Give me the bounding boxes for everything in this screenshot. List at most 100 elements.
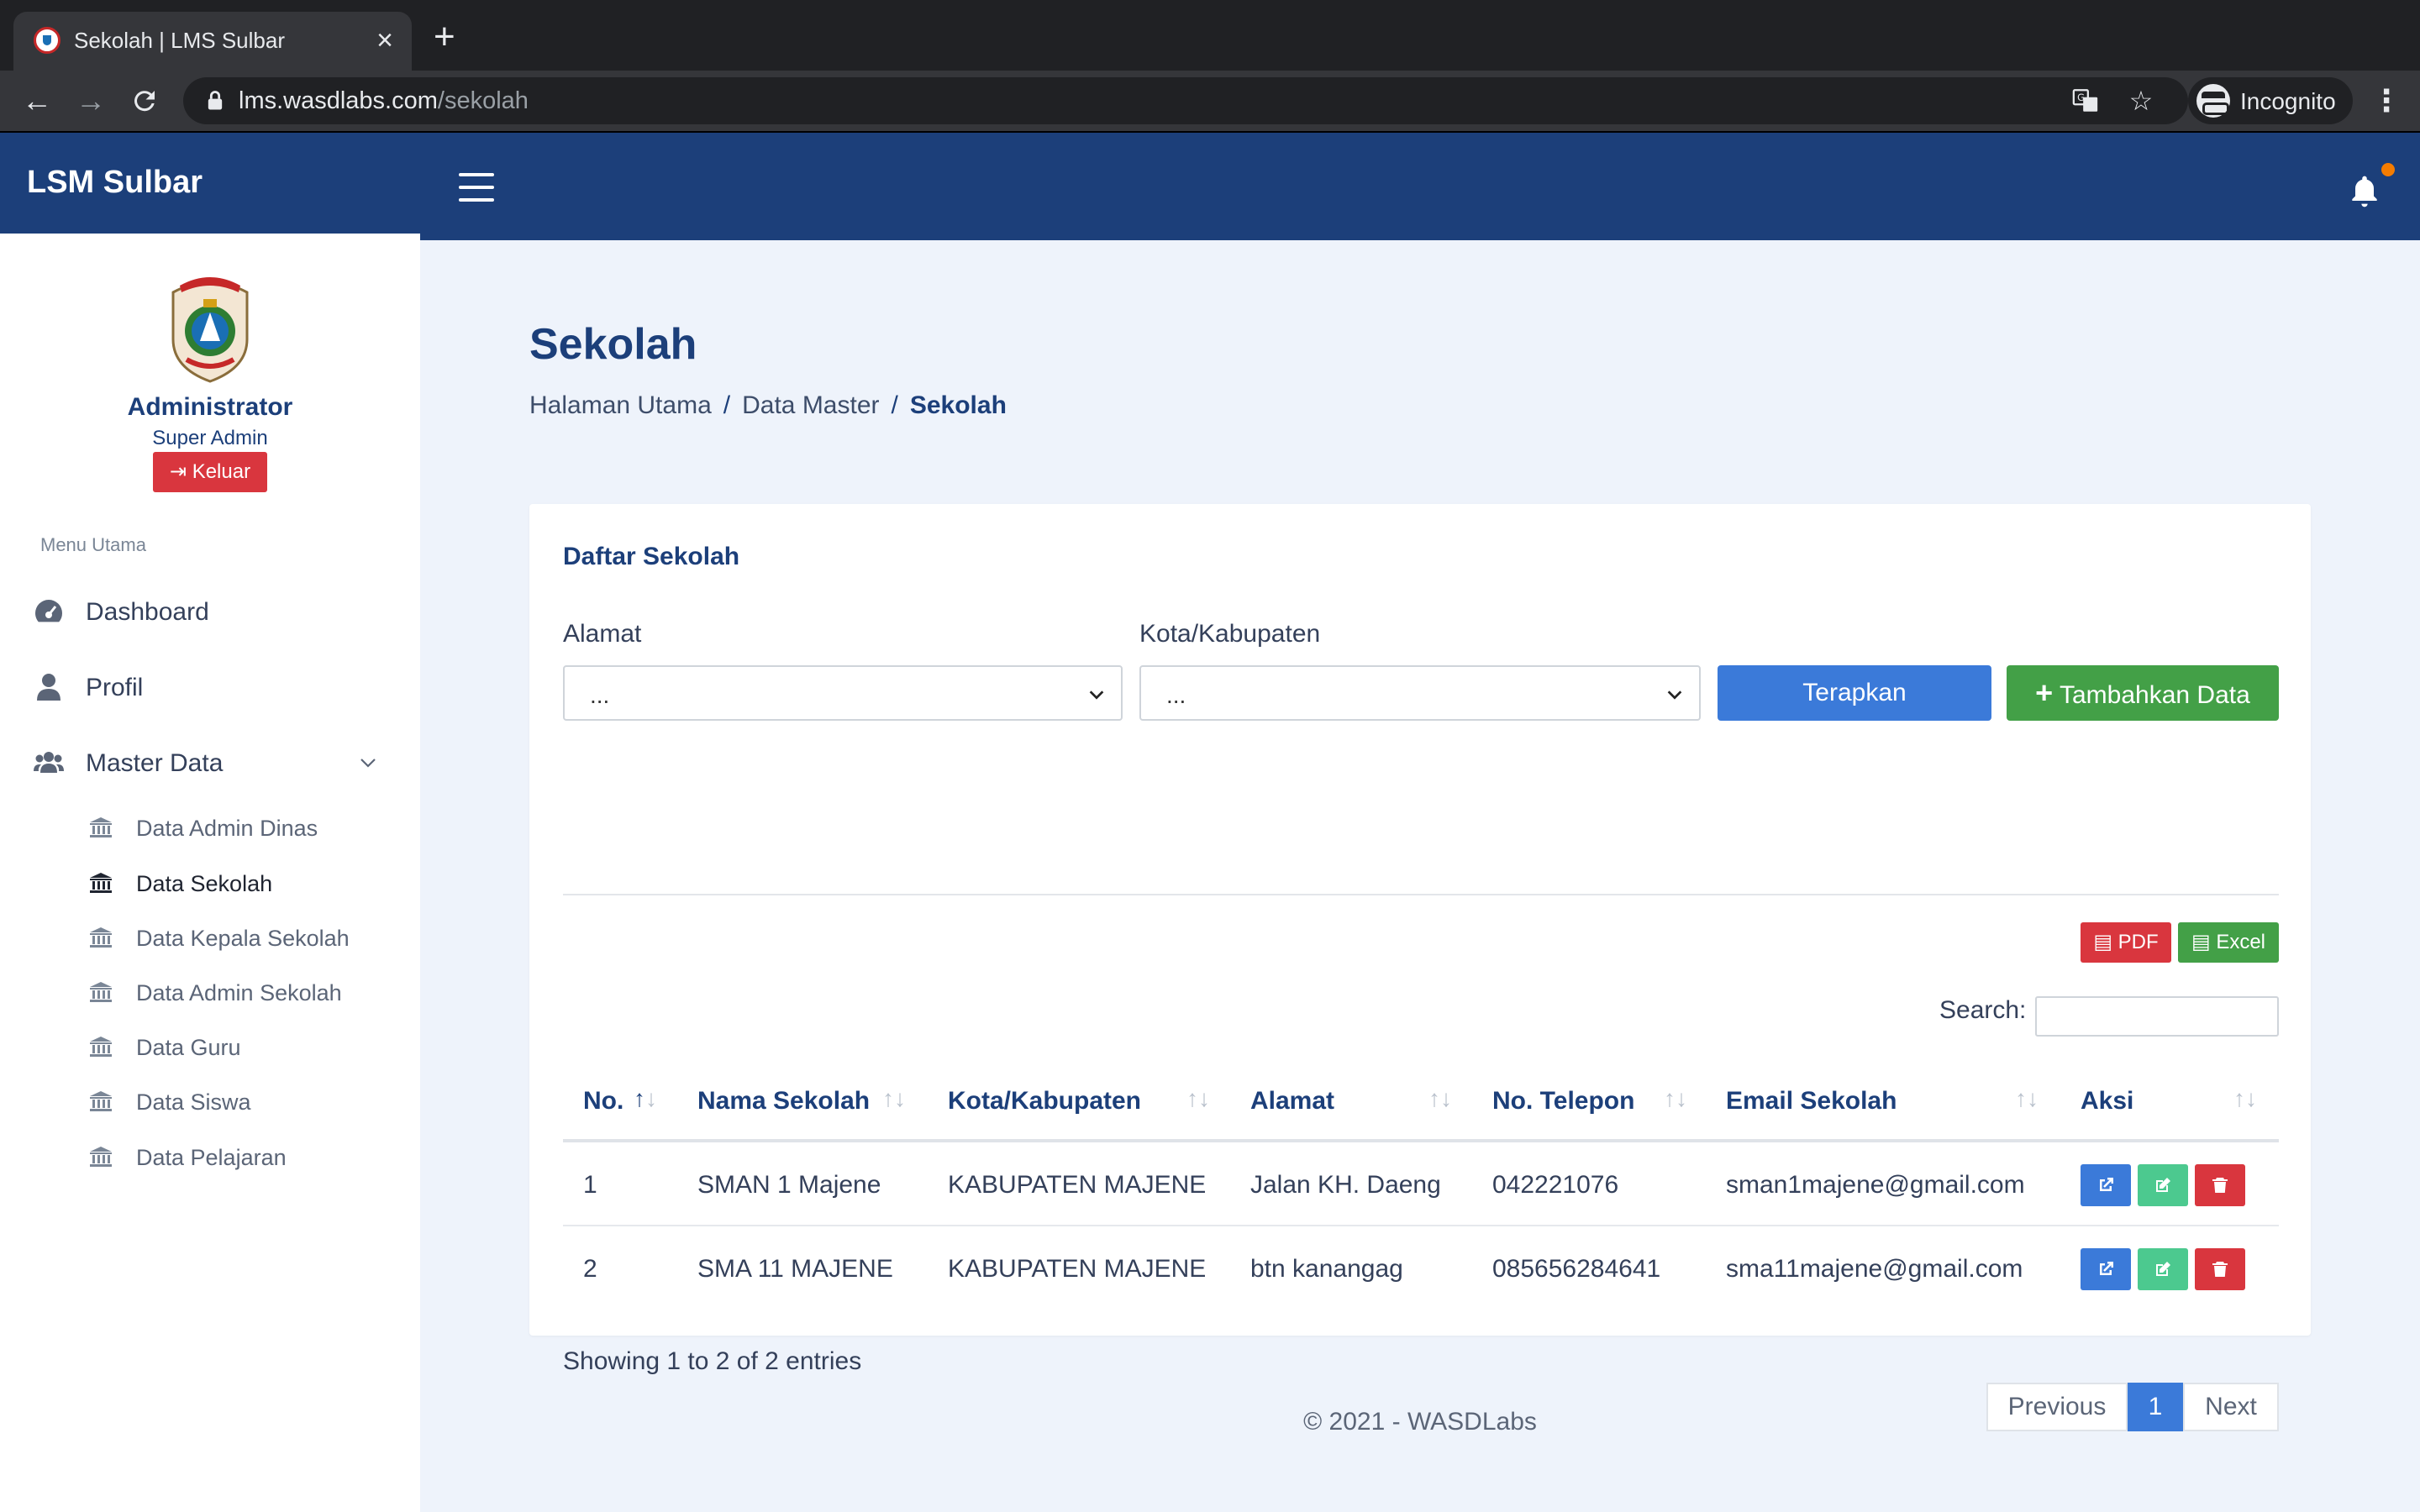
trash-icon [2212,1178,2228,1193]
column-header-aksi[interactable]: Aksi [2081,1087,2133,1116]
cell-kota: KABUPATEN MAJENE [948,1171,1207,1199]
translate-icon[interactable]: G [2069,84,2102,118]
cell-email: sma11majene@gmail.com [1726,1255,2023,1283]
kota-select[interactable]: ... [1139,665,1701,721]
incognito-icon [2196,84,2230,118]
breadcrumb: Halaman Utama / Data Master / Sekolah [529,391,1007,419]
institution-icon [90,1091,112,1111]
browser-tabstrip: Sekolah | LMS Sulbar × + [0,0,2420,71]
institution-icon [90,927,112,948]
logout-button[interactable]: ⇥ Keluar [153,452,267,492]
sidebar-item-dashboard[interactable]: Dashboard [34,590,403,632]
lock-icon [208,91,223,110]
column-header-telepon[interactable]: No. Telepon [1492,1087,1634,1116]
view-button[interactable] [2081,1164,2131,1206]
browser-tab[interactable]: Sekolah | LMS Sulbar × [13,12,412,71]
province-logo-icon [171,277,249,383]
breadcrumb-current: Sekolah [909,391,1007,419]
browser-menu-icon[interactable]: ⋮ [2371,82,2402,119]
card-title: Daftar Sekolah [563,543,740,570]
external-link-icon [2100,1178,2113,1191]
plus-icon: + [2035,675,2054,710]
address-bar[interactable]: lms.wasdlabs.com/sekolah G ☆ [183,77,2188,124]
sidebar-subitem-data-kepala-sekolah[interactable]: Data Kepala Sekolah [89,920,408,953]
delete-button[interactable] [2195,1248,2245,1290]
hamburger-menu-icon[interactable] [459,173,494,202]
sidebar: LSM Sulbar Administrator Super Admin ⇥ K… [0,133,420,1512]
bookmark-star-icon[interactable]: ☆ [2124,84,2158,118]
chevron-down-icon [1089,690,1104,700]
reload-icon[interactable] [126,82,163,119]
search-label: Search: [1939,996,2027,1024]
file-excel-icon: ▤ [2191,931,2211,953]
cell-alamat: Jalan KH. Daeng [1250,1171,1441,1199]
trash-icon [2212,1262,2228,1277]
column-header-alamat[interactable]: Alamat [1250,1087,1334,1116]
alamat-select[interactable]: ... [563,665,1123,721]
sort-asc-icon[interactable]: ↑↓ [634,1085,657,1112]
brand-title[interactable]: LSM Sulbar [27,165,203,201]
browser-toolbar: ← → lms.wasdlabs.com/sekolah G ☆ Incogni… [0,71,2420,133]
sign-out-icon: ⇥ [169,460,187,483]
add-data-button[interactable]: + Tambahkan Data [2007,665,2279,721]
sidebar-subitem-data-sekolah[interactable]: Data Sekolah [89,865,408,899]
breadcrumb-home[interactable]: Halaman Utama [529,391,712,419]
breadcrumb-data-master[interactable]: Data Master [742,391,879,419]
cell-telepon: 085656284641 [1492,1255,1661,1283]
cell-no: 1 [583,1171,597,1199]
institution-icon [90,982,112,1002]
sidebar-item-master-data[interactable]: Master Data [34,741,403,783]
sidebar-subitem-data-siswa[interactable]: Data Siswa [89,1084,408,1117]
column-header-nama[interactable]: Nama Sekolah [697,1087,870,1116]
edit-button[interactable] [2138,1164,2188,1206]
menu-heading: Menu Utama [40,534,146,555]
sort-icon[interactable]: ↑↓ [2233,1085,2257,1112]
alamat-filter-label: Alamat [563,620,642,648]
notification-bell-icon[interactable] [2346,173,2383,210]
sort-icon[interactable]: ↑↓ [1428,1085,1452,1112]
sidebar-subitem-data-guru[interactable]: Data Guru [89,1029,408,1063]
export-excel-button[interactable]: ▤ Excel [2178,922,2279,963]
view-button[interactable] [2081,1248,2131,1290]
school-list-card: Daftar Sekolah Alamat Kota/Kabupaten ...… [529,504,2311,1431]
table-info: Showing 1 to 2 of 2 entries [563,1347,862,1375]
sidebar-subitem-data-pelajaran[interactable]: Data Pelajaran [89,1139,408,1173]
footer-text: © 2021 - WASDLabs [1303,1408,1537,1436]
column-header-no[interactable]: No. [583,1087,623,1116]
brand-bar: LSM Sulbar [0,133,420,234]
column-header-kota[interactable]: Kota/Kabupaten [948,1087,1141,1116]
sort-icon[interactable]: ↑↓ [1186,1085,1210,1112]
sort-icon[interactable]: ↑↓ [882,1085,906,1112]
edit-icon [2156,1262,2170,1276]
apply-filter-button[interactable]: Terapkan [1718,665,1991,721]
institution-icon [90,817,112,837]
app-page: LSM Sulbar Administrator Super Admin ⇥ K… [0,133,2420,1512]
cell-no: 2 [583,1255,597,1283]
sort-icon[interactable]: ↑↓ [1664,1085,1687,1112]
cell-telepon: 042221076 [1492,1171,1619,1199]
search-input[interactable] [2035,996,2279,1037]
sidebar-subitem-data-admin-sekolah[interactable]: Data Admin Sekolah [89,974,408,1008]
incognito-profile[interactable]: Incognito [2188,77,2353,124]
edit-icon [2156,1178,2170,1192]
close-tab-icon[interactable]: × [376,24,393,57]
edit-button[interactable] [2138,1248,2188,1290]
institution-icon [90,873,112,893]
url-text: lms.wasdlabs.com/sekolah [239,87,529,114]
sidebar-item-profil[interactable]: Profil [34,665,403,707]
new-tab-icon[interactable]: + [434,18,455,55]
svg-text:G: G [2077,92,2085,103]
column-header-email[interactable]: Email Sekolah [1726,1087,1897,1116]
file-pdf-icon: ▤ [2093,931,2112,953]
back-icon[interactable]: ← [18,82,55,119]
filter-divider [563,894,2279,895]
export-pdf-button[interactable]: ▤ PDF [2081,922,2171,963]
delete-button[interactable] [2195,1164,2245,1206]
cell-email: sman1majene@gmail.com [1726,1171,2025,1199]
institution-icon [90,1037,112,1057]
tachometer-icon [35,600,63,622]
forward-icon[interactable]: → [72,82,109,119]
site-favicon-icon [34,27,60,54]
sidebar-subitem-data-admin-dinas[interactable]: Data Admin Dinas [89,810,408,843]
sort-icon[interactable]: ↑↓ [2015,1085,2039,1112]
